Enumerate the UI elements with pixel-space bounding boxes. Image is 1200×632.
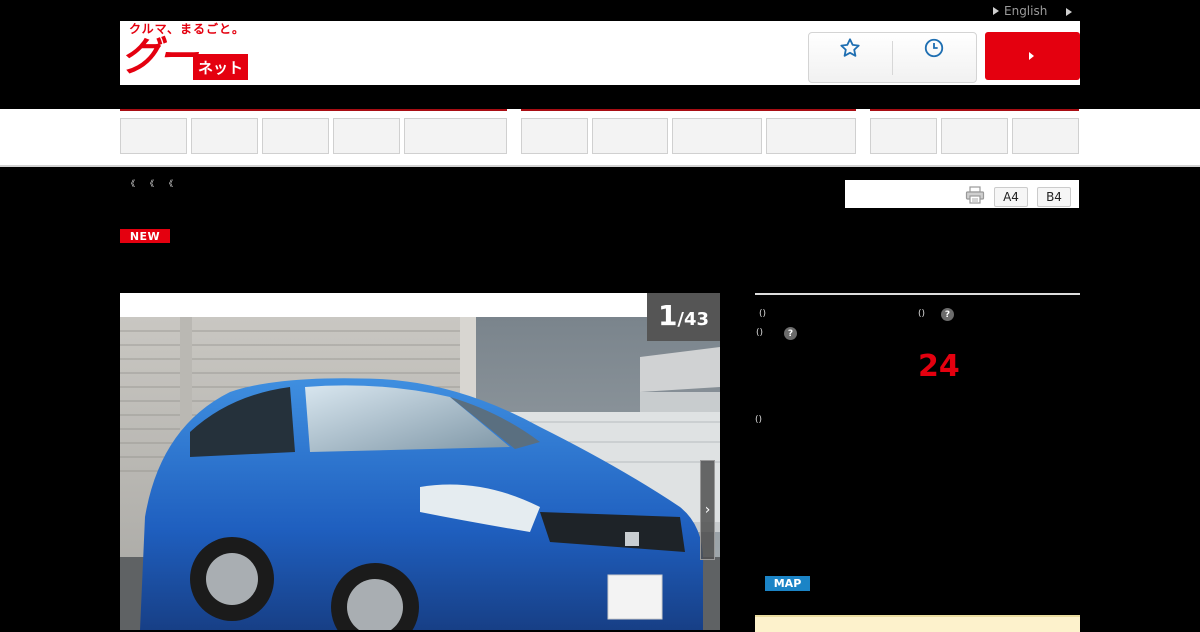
nav-button[interactable] <box>672 118 762 154</box>
triangle-right-icon[interactable] <box>1066 8 1072 16</box>
new-badge: NEW <box>120 229 170 243</box>
help-icon[interactable]: ? <box>784 327 797 340</box>
info-divider <box>755 293 1080 295</box>
spec-label: () <box>756 328 764 338</box>
header-icon-group <box>808 32 977 83</box>
nav-button[interactable] <box>592 118 668 154</box>
nav-button[interactable] <box>1012 118 1079 154</box>
nav-button[interactable] <box>120 118 187 154</box>
map-button[interactable]: MAP <box>765 576 810 591</box>
triangle-right-icon <box>1029 52 1034 60</box>
photo-total: /43 <box>677 309 710 330</box>
nav-button[interactable] <box>521 118 588 154</box>
nav-button[interactable] <box>191 118 258 154</box>
spec-label: () <box>759 309 767 319</box>
nav-button[interactable] <box>404 118 507 154</box>
print-b4-button[interactable]: B4 <box>1037 187 1071 207</box>
logo-sub[interactable]: ネット <box>193 54 248 80</box>
nav-group-1 <box>120 109 507 157</box>
logo-main[interactable]: グー <box>121 35 198 79</box>
language-switch[interactable]: English <box>993 4 1047 18</box>
star-icon[interactable] <box>839 37 861 63</box>
nav-button[interactable] <box>941 118 1008 154</box>
print-a4-button[interactable]: A4 <box>994 187 1028 207</box>
divider <box>892 41 893 75</box>
primary-header-button[interactable] <box>985 32 1080 80</box>
nav-button[interactable] <box>333 118 400 154</box>
category-nav <box>0 109 1200 167</box>
nav-button[interactable] <box>870 118 937 154</box>
car-photo[interactable] <box>120 317 720 630</box>
photo-counter: 1 /43 <box>647 293 720 341</box>
triangle-right-icon <box>993 7 999 15</box>
breadcrumb-separator: 《 <box>165 179 173 188</box>
nav-button[interactable] <box>262 118 329 154</box>
nav-group-2 <box>521 109 856 157</box>
clock-icon[interactable] <box>923 37 945 63</box>
language-label: English <box>1004 4 1048 18</box>
photo-current: 1 <box>657 299 678 332</box>
nav-group-3 <box>870 109 1079 157</box>
help-icon[interactable]: ? <box>941 308 954 321</box>
next-photo-button[interactable]: › <box>700 460 715 560</box>
site-header: クルマ、まるごと。 グー ネット <box>120 21 1080 85</box>
breadcrumb-separator: 《 <box>146 179 154 188</box>
chevron-right-icon: › <box>704 502 711 518</box>
breadcrumb-separator: 《 <box>127 179 135 188</box>
print-options: A4 B4 <box>845 180 1079 208</box>
spec-label: () <box>918 309 926 319</box>
photo-gallery: 1 /43 › <box>120 293 720 630</box>
price-value: 24 <box>918 349 960 384</box>
nav-button[interactable] <box>766 118 856 154</box>
printer-icon <box>965 186 985 208</box>
spec-label: () <box>755 415 763 425</box>
notice-box <box>755 615 1080 632</box>
